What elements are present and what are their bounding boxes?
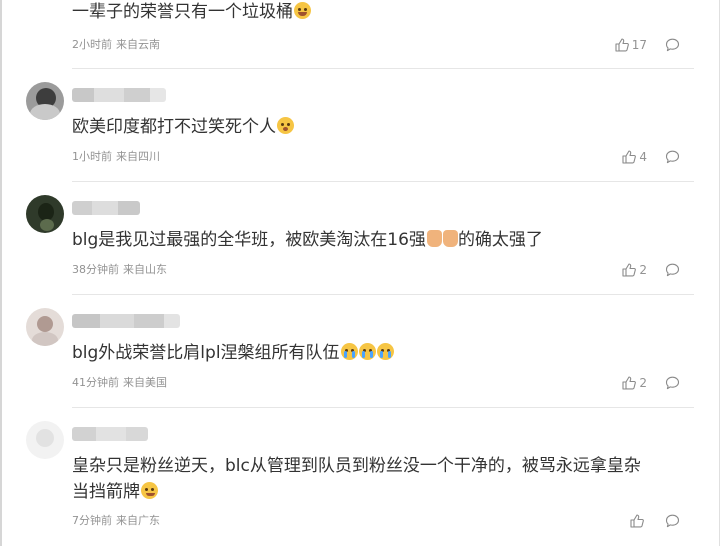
comment-icon [665, 514, 680, 528]
crying-emoji-icon [358, 343, 376, 360]
comment-location: 来自广东 [116, 514, 160, 527]
comment-meta: 1小时前 来自四川 [72, 150, 160, 164]
comment-time: 38分钟前 [72, 263, 119, 276]
thumbs-up-icon [622, 263, 637, 277]
comment-text: blg是我见过最强的全华班，被欧美淘汰在16强 的确太强了 [72, 230, 543, 250]
tired-emoji-icon [277, 117, 294, 134]
like-count: 4 [639, 150, 647, 164]
like-button[interactable]: 4 [622, 150, 647, 164]
avatar[interactable] [26, 308, 64, 346]
comment-item: blg是我见过最强的全华班，被欧美淘汰在16强 的确太强了 38分钟前 来自山东 2 [26, 195, 686, 295]
comment-meta: 2小时前 来自云南 [72, 38, 160, 52]
comment-location: 来自美国 [123, 376, 167, 389]
username-blurred[interactable] [72, 88, 166, 102]
comment-item: 欧美印度都打不过笑死个人 1小时前 来自四川 4 [26, 82, 686, 182]
comment-location: 来自云南 [116, 38, 160, 51]
reply-button[interactable] [665, 150, 680, 164]
comment-location: 来自四川 [116, 150, 160, 163]
avatar[interactable] [26, 195, 64, 233]
comment-time: 1小时前 [72, 150, 112, 163]
crying-emoji-icon [340, 343, 358, 360]
thumbs-up-icon [622, 150, 637, 164]
like-button[interactable]: 2 [622, 376, 647, 390]
comment-icon [665, 263, 680, 277]
comment-time: 41分钟前 [72, 376, 119, 389]
thumbs-up-icon [630, 514, 644, 528]
comment-icon [665, 150, 680, 164]
crying-emoji-icon [376, 343, 394, 360]
comment-icon [665, 38, 680, 52]
comment-divider [72, 294, 694, 295]
thumbs-up-emoji-icon [442, 230, 458, 247]
window-edge-left [0, 0, 2, 546]
comment-icon [665, 376, 680, 390]
grin-emoji-icon [294, 2, 311, 19]
username-blurred[interactable] [72, 314, 180, 328]
comment-divider [72, 181, 694, 182]
avatar[interactable] [26, 82, 64, 120]
thumbs-up-icon [615, 38, 629, 52]
avatar[interactable] [26, 421, 64, 459]
like-count: 2 [639, 263, 647, 277]
comment-divider [72, 68, 694, 69]
smirk-emoji-icon [141, 482, 158, 499]
like-button[interactable] [630, 514, 647, 528]
reply-button[interactable] [665, 376, 680, 390]
like-button[interactable]: 2 [622, 263, 647, 277]
comment-meta: 7分钟前 来自广东 [72, 514, 160, 528]
comment-time: 2小时前 [72, 38, 112, 51]
like-count: 17 [631, 38, 647, 52]
comment-divider [72, 407, 694, 408]
thumbs-up-icon [622, 376, 637, 390]
comment-location: 来自山东 [123, 263, 167, 276]
comment-item: 皇杂只是粉丝逆天，blc从管理到队员到粉丝没一个干净的，被骂永远拿皇杂 当挡箭牌 … [26, 421, 686, 546]
comment-text: 欧美印度都打不过笑死个人 [72, 114, 686, 140]
comment-time: 7分钟前 [72, 514, 112, 527]
thumbs-up-emoji-icon [426, 230, 442, 247]
comment-item: 一辈子的荣誉只有一个垃圾桶 2小时前 来自云南 17 [26, 0, 686, 68]
reply-button[interactable] [665, 514, 680, 528]
comment-text: 一辈子的荣誉只有一个垃圾桶 [72, 0, 686, 25]
comment-text: blg外战荣誉比肩lpl涅槃组所有队伍 [72, 340, 686, 366]
comment-meta: 38分钟前 来自山东 [72, 263, 167, 277]
comment-item: blg外战荣誉比肩lpl涅槃组所有队伍 41分钟前 来自美国 2 [26, 308, 686, 408]
username-blurred[interactable] [72, 201, 140, 215]
like-button[interactable]: 17 [615, 38, 647, 52]
reply-button[interactable] [665, 263, 680, 277]
username-blurred[interactable] [72, 427, 148, 441]
comment-text: 皇杂只是粉丝逆天，blc从管理到队员到粉丝没一个干净的，被骂永远拿皇杂 当挡箭牌 [72, 456, 641, 502]
like-count: 2 [639, 376, 647, 390]
comment-meta: 41分钟前 来自美国 [72, 376, 167, 390]
reply-button[interactable] [665, 38, 680, 52]
